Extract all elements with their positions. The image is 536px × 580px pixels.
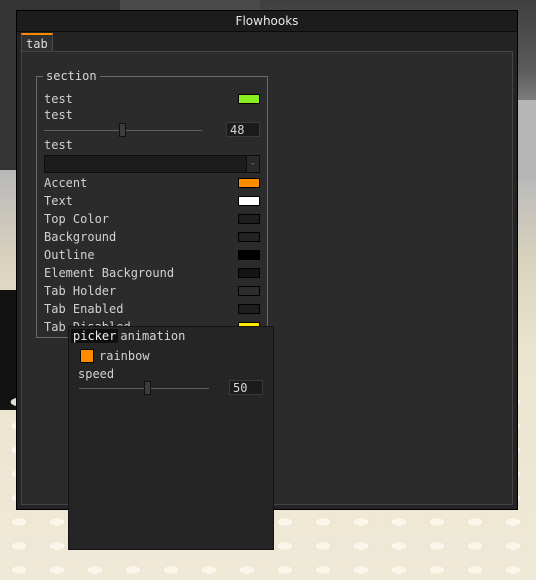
tab-main[interactable]: tab [21, 33, 53, 51]
color-row-element-background[interactable]: Element Background [44, 265, 260, 281]
color-row-text[interactable]: Text [44, 193, 260, 209]
dropdown-arrow-icon[interactable]: - [246, 156, 259, 172]
settings-section: section test test 48 test - Accent Text … [36, 69, 268, 338]
slider-value[interactable]: 48 [226, 122, 260, 137]
color-label: Tab Enabled [44, 302, 124, 316]
color-swatch[interactable] [238, 250, 260, 260]
color-row-tab-enabled[interactable]: Tab Enabled [44, 301, 260, 317]
slider-handle[interactable] [119, 123, 126, 137]
toggle-label: test [44, 92, 73, 106]
color-swatch[interactable] [238, 286, 260, 296]
color-label: Tab Holder [44, 284, 117, 298]
rainbow-label: rainbow [99, 349, 150, 363]
color-row-outline[interactable]: Outline [44, 247, 260, 263]
color-label: Top Color [44, 212, 110, 226]
speed-value[interactable]: 50 [229, 380, 263, 395]
toggle-row[interactable]: test [44, 91, 260, 107]
color-label: Accent [44, 176, 88, 190]
picker-tabs: picker animation [71, 329, 187, 343]
slider-label: test [44, 108, 73, 122]
color-label: Outline [44, 248, 95, 262]
color-swatch[interactable] [238, 304, 260, 314]
slider-label-row: test [44, 107, 260, 123]
tab-row: tab [21, 33, 53, 51]
color-row-tab-holder[interactable]: Tab Holder [44, 283, 260, 299]
color-label: Element Background [44, 266, 175, 280]
dropdown-label: test [44, 138, 73, 152]
color-swatch[interactable] [238, 214, 260, 224]
color-swatch[interactable] [238, 268, 260, 278]
color-swatch[interactable] [238, 178, 260, 188]
color-row-accent[interactable]: Accent [44, 175, 260, 191]
dropdown[interactable]: - [44, 155, 260, 173]
color-picker-popup: picker animation rainbow speed 50 [68, 326, 274, 550]
window-title[interactable]: Flowhooks [17, 11, 517, 32]
rainbow-checkbox[interactable] [80, 349, 94, 363]
tab-animation[interactable]: animation [118, 329, 187, 343]
color-label: Background [44, 230, 117, 244]
color-label: Text [44, 194, 73, 208]
toggle-color-swatch[interactable] [238, 94, 260, 104]
color-swatch[interactable] [238, 232, 260, 242]
slider-row[interactable]: 48 [44, 122, 260, 138]
section-title: section [43, 69, 100, 83]
dropdown-label-row: test [44, 137, 260, 153]
speed-label: speed [78, 367, 115, 381]
color-row-top-color[interactable]: Top Color [44, 211, 260, 227]
speed-slider-handle[interactable] [144, 381, 151, 395]
color-row-background[interactable]: Background [44, 229, 260, 245]
tab-picker[interactable]: picker [71, 329, 119, 343]
color-swatch[interactable] [238, 196, 260, 206]
